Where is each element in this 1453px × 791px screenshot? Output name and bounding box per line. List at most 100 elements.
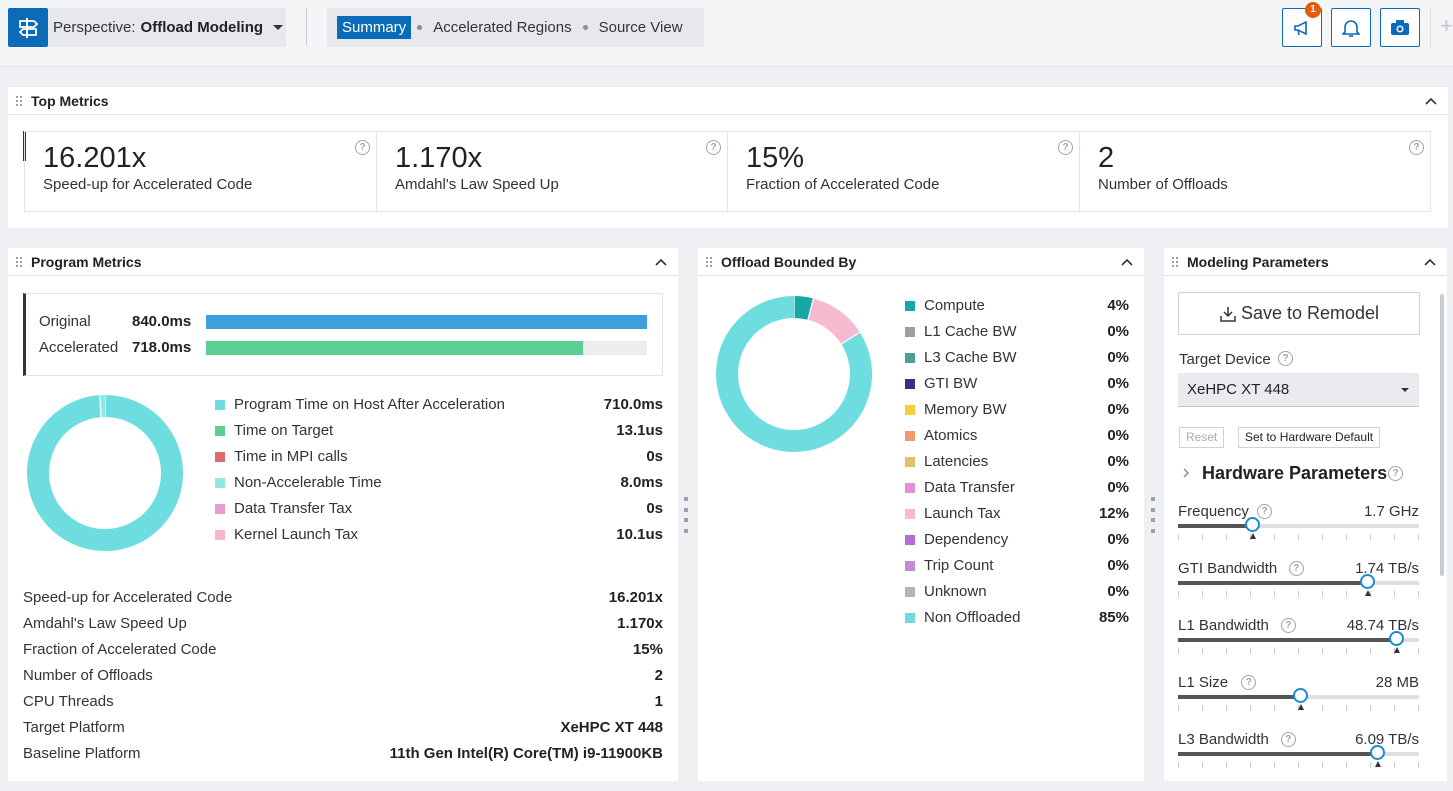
perspective-select[interactable]: Perspective: Offload Modeling [48,8,286,47]
legend-item[interactable]: Launch Tax 12% [905,505,1129,522]
splitter-handle-icon[interactable] [684,497,688,533]
legend-label: Data Transfer [924,479,1015,496]
legend-item[interactable]: Time on Target 13.1us [215,422,663,439]
legend-item[interactable]: Data Transfer 0% [905,479,1129,496]
legend-item[interactable]: Kernel Launch Tax 10.1us [215,526,663,543]
offload-bounded-donut[interactable] [716,296,872,452]
snapshot-button[interactable] [1380,8,1420,47]
slider-label: GTI Bandwidth [1178,560,1278,577]
legend-item[interactable]: GTI BW 0% [905,375,1129,392]
slider-gti-bandwidth[interactable]: GTI Bandwidth 1.74 TB/s? [1178,560,1419,600]
slider-thumb[interactable] [1389,631,1405,646]
tab-source-view[interactable]: Source View [594,16,688,39]
slider-thumb[interactable] [1360,574,1376,589]
detail-value: 11th Gen Intel(R) Core(TM) i9-11900KB [389,745,663,762]
bar-label: Original [39,313,91,330]
slider-thumb[interactable] [1292,688,1308,703]
legend-value: 0% [1107,427,1129,444]
bar-fill-original [206,315,647,329]
tab-summary[interactable]: Summary [337,16,412,39]
donut-segment-program-time-on-host-after-acceleration[interactable] [27,395,183,551]
help-icon[interactable]: ? [1241,675,1257,690]
set-hardware-default-button[interactable]: Set to Hardware Default [1238,427,1381,448]
drag-handle-icon[interactable] [1172,254,1178,270]
legend-label: Latencies [924,453,989,470]
save-to-remodel-button[interactable]: Save to Remodel [1178,292,1420,335]
slider-l1-size[interactable]: L1 Size 28 MB? [1178,674,1419,714]
announcements-button[interactable]: 1 [1282,2,1322,47]
legend-item[interactable]: Time in MPI calls 0s [215,448,663,465]
bar-track [206,315,647,329]
legend-label: Compute [924,297,985,314]
slider-l1-bandwidth[interactable]: L1 Bandwidth 48.74 TB/s? [1178,617,1419,657]
reset-button[interactable]: Reset [1179,427,1225,448]
slider-fill [1178,524,1253,528]
slider-thumb[interactable] [1244,517,1260,532]
legend-item[interactable]: Latencies 0% [905,453,1129,470]
legend-item[interactable]: Non-Accelerable Time 8.0ms [215,474,663,491]
modeling-parameters-panel: Modeling Parameters Save to Remodel Targ… [1164,248,1447,781]
chevron-up-icon[interactable] [1423,255,1437,269]
bell-icon [1342,19,1360,37]
legend-item[interactable]: Program Time on Host After Acceleration 7… [215,396,663,413]
drag-handle-icon[interactable] [16,93,22,109]
hardware-parameters-heading[interactable]: Hardware Parameters [1202,463,1387,484]
chevron-up-icon[interactable] [1120,255,1134,269]
metric-label: Speed-up for Accelerated Code [43,176,253,193]
target-device-select[interactable]: XeHPC XT 448 [1178,373,1419,407]
help-icon[interactable]: ? [706,140,721,155]
legend-value: 0% [1107,323,1129,340]
chevron-up-icon[interactable] [1424,94,1438,108]
perspective-signpost-icon[interactable] [8,8,48,47]
slider-frequency[interactable]: Frequency 1.7 GHz? [1178,503,1419,543]
slider-thumb[interactable] [1370,745,1386,760]
donut-segment-compute[interactable] [793,296,814,320]
default-marker-icon [1365,590,1372,596]
help-icon[interactable]: ? [355,140,370,155]
program-metrics-panel: Program Metrics Original 840.0ms Acceler… [8,248,678,781]
slider-track[interactable] [1178,638,1419,642]
add-icon[interactable]: + [1430,8,1453,47]
legend-item[interactable]: Data Transfer Tax 0s [215,500,663,517]
legend-item[interactable]: L1 Cache BW 0% [905,323,1129,340]
legend-item[interactable]: Dependency 0% [905,531,1129,548]
help-icon[interactable]: ? [1257,504,1273,519]
metric-card[interactable]: 16.201x Speed-up for Accelerated Code ? [24,131,376,212]
help-icon[interactable]: ? [1409,140,1424,155]
legend-item[interactable]: Unknown 0% [905,583,1129,600]
drag-handle-icon[interactable] [16,254,22,270]
scrollbar-thumb[interactable] [1440,294,1444,576]
donut-segment-launch-tax[interactable] [807,298,860,345]
metric-value: 2 [1098,142,1115,174]
help-icon[interactable]: ? [1388,466,1403,481]
help-icon[interactable]: ? [1058,140,1073,155]
help-icon[interactable]: ? [1280,618,1296,633]
chevron-right-icon[interactable] [1181,467,1191,479]
help-icon[interactable]: ? [1280,732,1296,747]
drag-handle-icon[interactable] [706,254,712,270]
legend-item[interactable]: L3 Cache BW 0% [905,349,1129,366]
legend-item[interactable]: Memory BW 0% [905,401,1129,418]
slider-track[interactable] [1178,581,1419,585]
metric-card[interactable]: 2 Number of Offloads ? [1079,131,1431,212]
program-time-donut[interactable] [27,395,183,551]
slider-l3-bandwidth[interactable]: L3 Bandwidth 6.09 TB/s? [1178,731,1419,771]
chevron-up-icon[interactable] [654,255,668,269]
tab-accelerated-regions[interactable]: Accelerated Regions [428,16,576,39]
metric-card[interactable]: 1.170x Amdahl's Law Speed Up ? [376,131,727,212]
notifications-button[interactable] [1331,8,1371,47]
legend-item[interactable]: Non Offloaded 85% [905,609,1129,626]
bar-row-accelerated[interactable]: Accelerated 718.0ms [39,339,191,356]
slider-track[interactable] [1178,524,1419,528]
target-device-value: XeHPC XT 448 [1187,381,1290,398]
legend-item[interactable]: Atomics 0% [905,427,1129,444]
legend-item[interactable]: Trip Count 0% [905,557,1129,574]
detail-label: CPU Threads [23,693,114,710]
metric-card[interactable]: 15% Fraction of Accelerated Code ? [727,131,1079,212]
bar-row-original[interactable]: Original 840.0ms [39,313,191,330]
detail-value: 2 [654,667,663,684]
help-icon[interactable]: ? [1278,351,1293,366]
legend-item[interactable]: Compute 4% [905,297,1129,314]
help-icon[interactable]: ? [1288,561,1304,576]
splitter-handle-icon[interactable] [1151,497,1155,533]
